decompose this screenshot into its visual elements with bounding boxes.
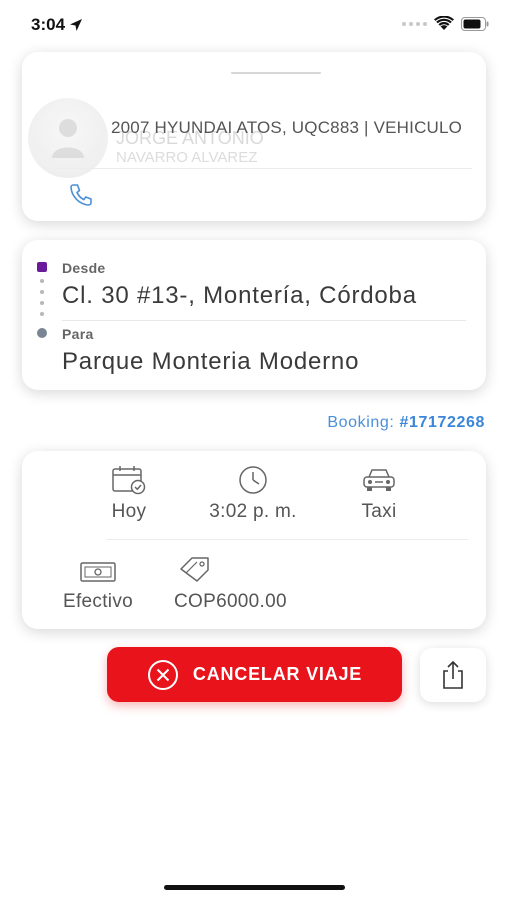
trip-fare: COP6000.00	[174, 555, 334, 613]
cancel-trip-label: CANCELAR VIAJE	[192, 664, 363, 684]
status-time-text: 3:04	[31, 15, 66, 34]
status-time: 3:04	[31, 15, 83, 35]
destination-address: Parque Monteria Moderno	[62, 348, 360, 375]
origin-address: Cl. 30 #13-, Montería, Córdoba	[62, 282, 417, 309]
home-indicator[interactable]	[164, 885, 345, 890]
route-dot	[40, 290, 44, 294]
trip-details-card: Hoy 3:02 p. m. Taxi Efectivo COP6000.00	[22, 451, 486, 629]
trip-vehicle-type-label: Taxi	[361, 501, 397, 522]
location-arrow-icon	[70, 19, 83, 31]
wifi-icon	[434, 16, 454, 31]
route-card: Desde Cl. 30 #13-, Montería, Córdoba Par…	[22, 240, 486, 390]
divider	[62, 320, 466, 321]
trip-time: 3:02 p. m.	[196, 465, 310, 523]
destination-marker-icon	[37, 328, 47, 338]
driver-card: JORGE ANTONIO NAVARRO ALVAREZ 2007 HYUND…	[22, 52, 486, 221]
calendar-check-icon	[112, 466, 146, 495]
booking-label: Booking:	[327, 414, 395, 431]
booking-number: #17172268	[399, 414, 485, 431]
route-dot	[40, 301, 44, 305]
car-icon	[363, 469, 395, 491]
payment-method-label: Efectivo	[63, 591, 133, 612]
divider	[58, 168, 472, 169]
status-indicators	[402, 16, 489, 31]
route-dot	[40, 279, 44, 283]
cash-icon	[80, 562, 116, 582]
route-dot	[40, 312, 44, 316]
price-tag-icon	[180, 557, 209, 582]
share-button[interactable]	[420, 648, 486, 702]
driver-subtitle: NAVARRO ALVAREZ	[116, 149, 258, 166]
cancel-trip-button[interactable]: CANCELAR VIAJE	[107, 647, 402, 702]
close-circle-icon	[147, 659, 178, 690]
trip-time-label: 3:02 p. m.	[209, 501, 297, 522]
booking-reference: Booking: #17172268	[327, 414, 485, 432]
battery-icon	[461, 16, 489, 31]
driver-photo-placeholder-icon	[52, 119, 84, 158]
driver-avatar	[28, 98, 108, 178]
payment-method: Efectivo	[50, 557, 146, 613]
drag-handle[interactable]	[231, 72, 321, 74]
trip-fare-label: COP6000.00	[174, 591, 287, 612]
vehicle-info: 2007 HYUNDAI ATOS, UQC883 | VEHICULO	[111, 118, 463, 137]
signal-icon	[402, 21, 427, 26]
trip-vehicle-type: Taxi	[348, 465, 410, 523]
trip-day: Hoy	[94, 465, 164, 523]
origin-marker-icon	[37, 262, 47, 272]
phone-icon	[70, 184, 92, 206]
destination-label: Para	[62, 326, 94, 342]
trip-day-label: Hoy	[111, 501, 147, 522]
call-driver-button[interactable]	[68, 182, 94, 213]
divider	[106, 539, 468, 540]
origin-label: Desde	[62, 260, 106, 276]
clock-icon	[239, 466, 267, 494]
status-bar: 3:04	[0, 0, 507, 50]
share-icon	[443, 660, 463, 689]
